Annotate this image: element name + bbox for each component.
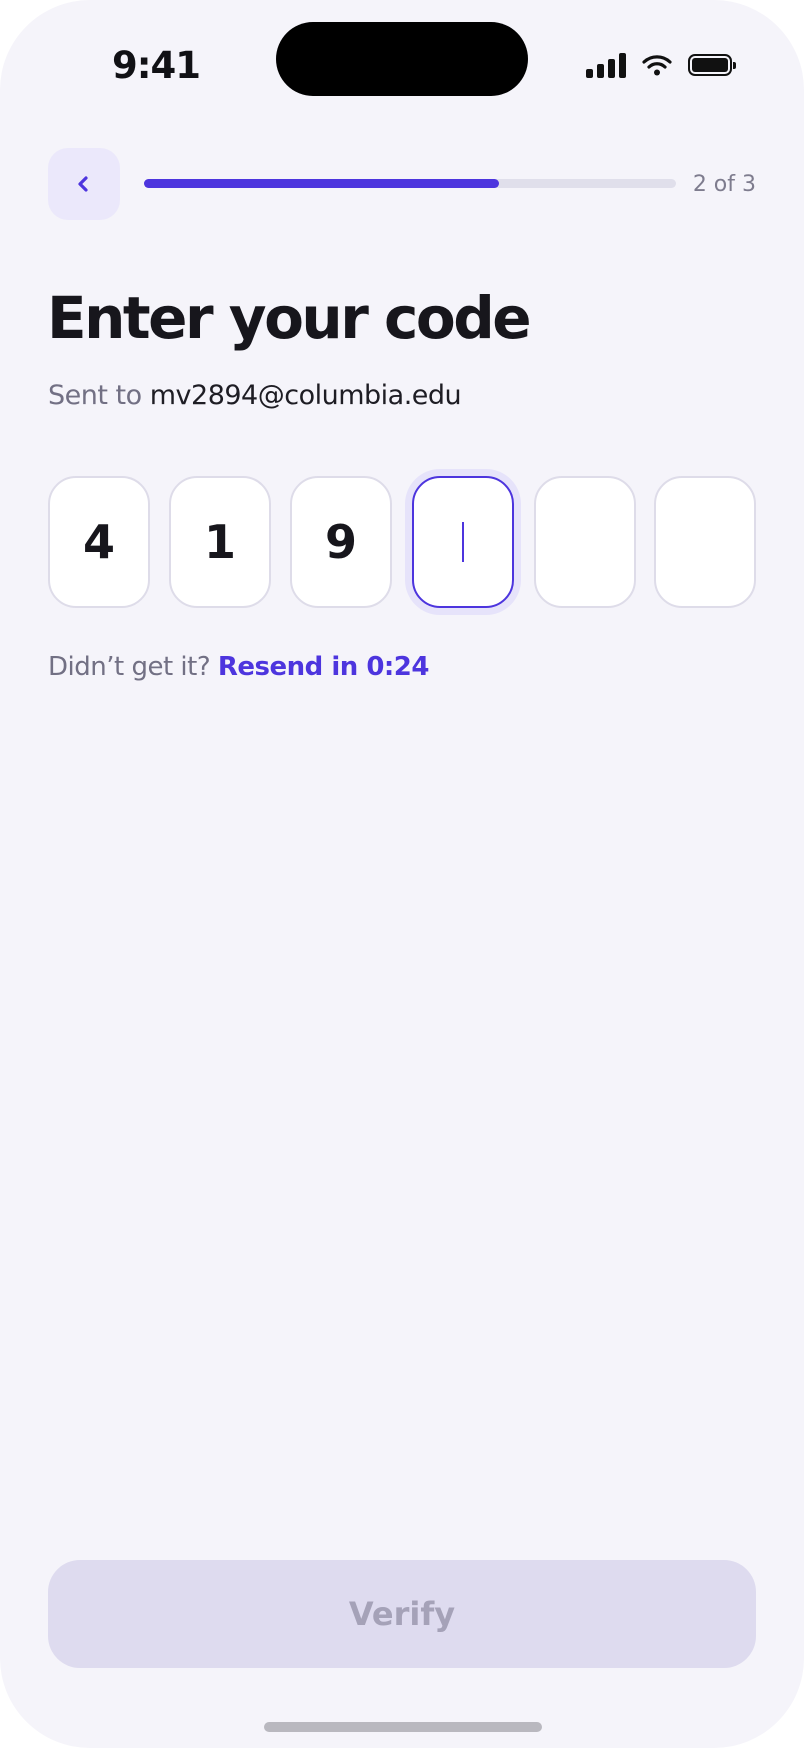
code-digit-4-active[interactable] <box>412 476 514 608</box>
resend-link[interactable]: Resend in 0:24 <box>218 652 430 682</box>
status-time: 9:41 <box>112 44 201 87</box>
chevron-left-icon <box>78 176 88 192</box>
code-digit-1[interactable]: 4 <box>48 476 150 608</box>
home-indicator <box>264 1722 542 1732</box>
resend-row: Didn’t get it? Resend in 0:24 <box>48 652 430 682</box>
dynamic-island <box>276 22 528 96</box>
wifi-icon <box>642 55 672 76</box>
status-icons <box>586 52 736 78</box>
resend-prompt: Didn’t get it? <box>48 652 211 682</box>
battery-icon <box>688 54 736 76</box>
verify-button[interactable]: Verify <box>48 1560 756 1668</box>
email-address: mv2894@columbia.edu <box>149 380 462 411</box>
code-digit-6[interactable] <box>654 476 756 608</box>
page-title: Enter your code <box>47 284 532 352</box>
step-indicator: 2 of 3 <box>692 172 756 197</box>
code-digit-2[interactable]: 1 <box>169 476 271 608</box>
back-button[interactable] <box>48 148 120 220</box>
progress-bar <box>144 179 676 188</box>
code-digit-5[interactable] <box>534 476 636 608</box>
cellular-signal-icon <box>586 52 626 78</box>
phone-screen: 9:41 2 of 3 Enter your code Sent to mv28… <box>0 0 804 1748</box>
subtitle-prefix: Sent to <box>48 380 142 411</box>
subtitle: Sent to mv2894@columbia.edu <box>48 380 462 411</box>
text-cursor <box>462 522 464 562</box>
progress-fill <box>144 179 499 188</box>
code-digit-3[interactable]: 9 <box>290 476 392 608</box>
